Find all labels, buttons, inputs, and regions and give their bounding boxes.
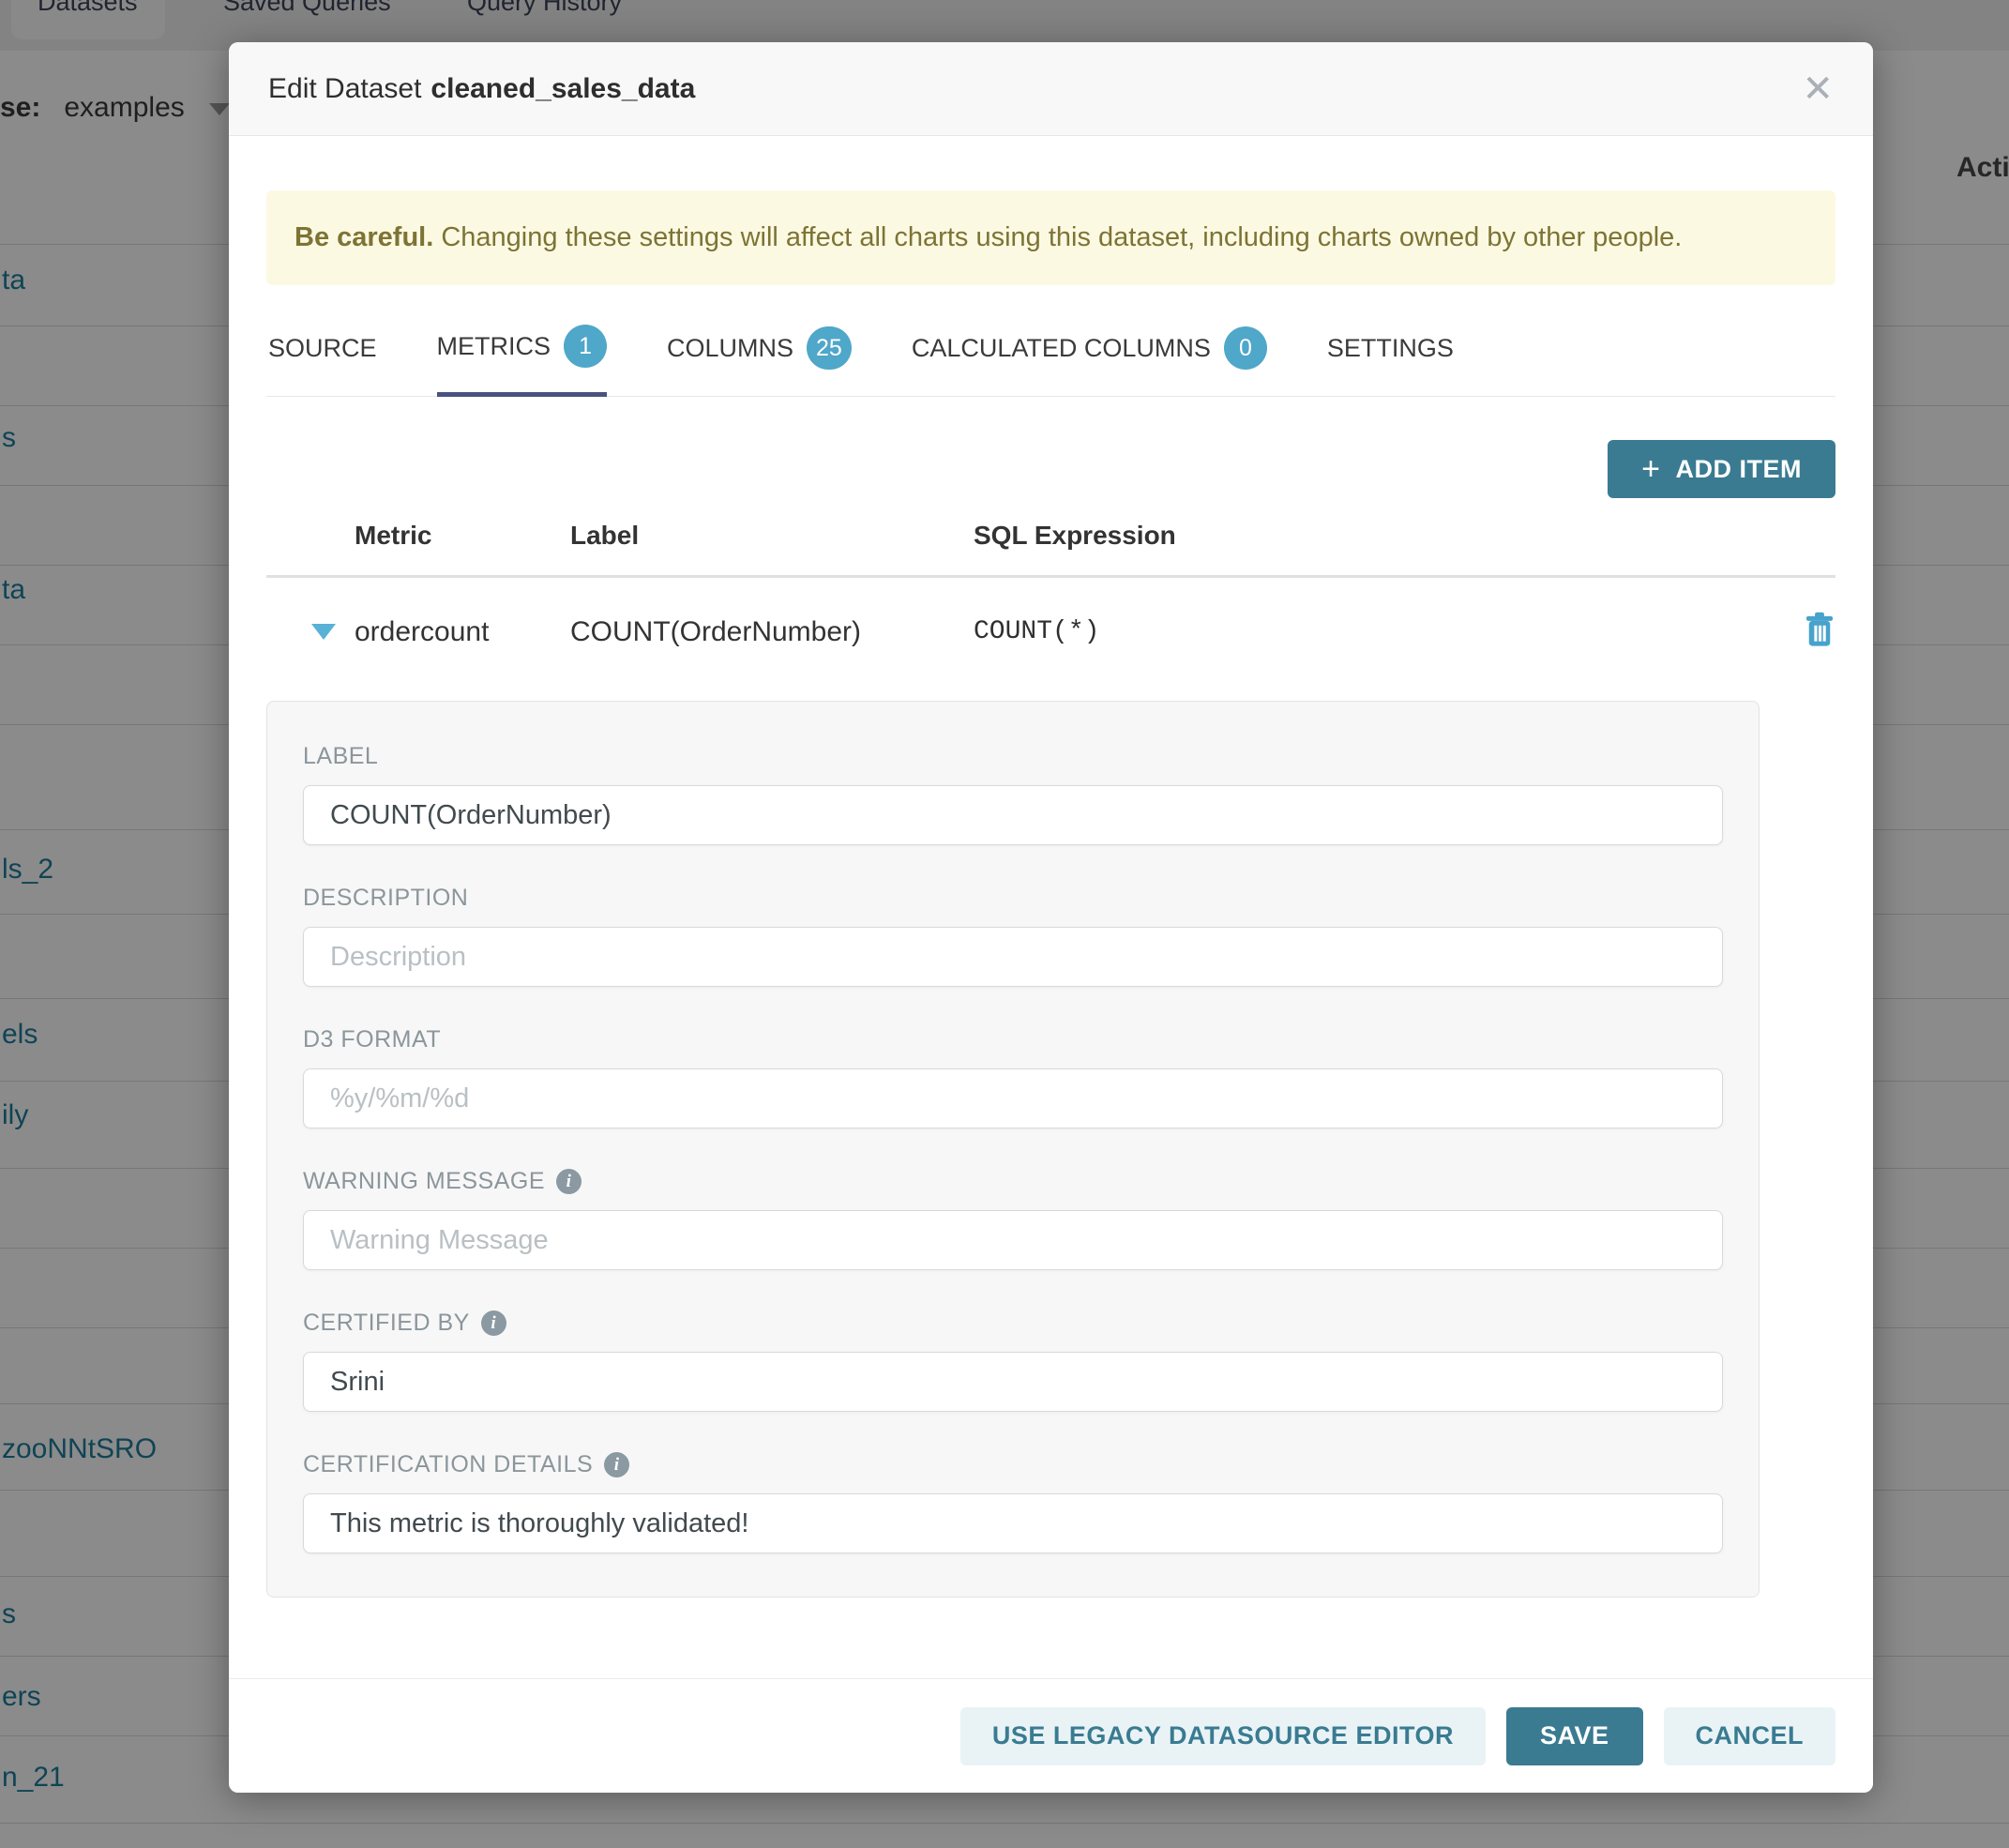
tab-settings-label: SETTINGS xyxy=(1327,334,1454,363)
modal-body: Be careful. Changing these settings will… xyxy=(229,136,1873,1598)
close-icon[interactable]: ✕ xyxy=(1802,70,1834,108)
tab-source[interactable]: SOURCE xyxy=(268,325,377,396)
field-certified-by: CERTIFIED BY i xyxy=(303,1310,1723,1412)
info-icon: i xyxy=(481,1310,506,1336)
save-button[interactable]: SAVE xyxy=(1506,1707,1643,1765)
field-certification-details: CERTIFICATION DETAILS i xyxy=(303,1451,1723,1553)
dataset-editor-tabs: SOURCE METRICS 1 COLUMNS 25 CALCULATED COL… xyxy=(266,325,1835,397)
tab-settings[interactable]: SETTINGS xyxy=(1327,325,1454,396)
warning-banner: Be careful. Changing these settings will… xyxy=(266,190,1835,285)
field-description: DESCRIPTION xyxy=(303,885,1723,987)
tab-calculated-columns-label: CALCULATED COLUMNS xyxy=(912,334,1211,363)
tab-metrics[interactable]: METRICS 1 xyxy=(437,325,608,397)
d3-format-input[interactable] xyxy=(303,1068,1723,1128)
collapse-caret-icon[interactable] xyxy=(311,624,336,640)
metric-sql-expression: COUNT(*) xyxy=(974,617,1770,646)
tab-columns[interactable]: COLUMNS 25 xyxy=(667,325,852,396)
tab-metrics-label: METRICS xyxy=(437,332,551,361)
dataset-name: cleaned_sales_data xyxy=(430,73,695,104)
edit-dataset-modal: Edit Dataset cleaned_sales_data ✕ Be care… xyxy=(229,42,1873,1793)
tab-columns-label: COLUMNS xyxy=(667,334,793,363)
field-label: LABEL xyxy=(303,743,1723,845)
trash-icon xyxy=(1804,612,1835,647)
warning-message-input[interactable] xyxy=(303,1210,1723,1270)
column-header-label: Label xyxy=(570,521,974,551)
metrics-toolbar: +ADD ITEM xyxy=(266,440,1835,498)
d3-format-field-title: D3 FORMAT xyxy=(303,1026,441,1053)
modal-header: Edit Dataset cleaned_sales_data ✕ xyxy=(229,42,1873,136)
warning-banner-text: Changing these settings will affect all … xyxy=(433,222,1682,252)
add-item-button[interactable]: +ADD ITEM xyxy=(1608,440,1835,498)
metric-label: COUNT(OrderNumber) xyxy=(570,616,974,648)
tab-source-label: SOURCE xyxy=(268,334,377,363)
column-header-sql-expression: SQL Expression xyxy=(974,521,1770,551)
certification-details-field-title: CERTIFICATION DETAILS xyxy=(303,1451,593,1478)
delete-metric-icon[interactable] xyxy=(1804,612,1835,652)
field-d3-format: D3 FORMAT xyxy=(303,1026,1723,1128)
tab-calculated-columns[interactable]: CALCULATED COLUMNS 0 xyxy=(912,325,1267,396)
metric-row: ordercount COUNT(OrderNumber) COUNT(*) xyxy=(266,578,1835,652)
certification-details-input[interactable] xyxy=(303,1493,1723,1553)
columns-count-badge: 25 xyxy=(807,326,852,370)
description-field-title: DESCRIPTION xyxy=(303,885,468,912)
certified-by-field-title: CERTIFIED BY xyxy=(303,1310,470,1337)
warning-banner-bold: Be careful. xyxy=(295,222,433,252)
field-warning-message: WARNING MESSAGE i xyxy=(303,1168,1723,1270)
label-field-title: LABEL xyxy=(303,743,378,770)
description-input[interactable] xyxy=(303,927,1723,987)
add-item-label: ADD ITEM xyxy=(1676,455,1803,484)
metric-name: ordercount xyxy=(355,616,570,648)
calculated-columns-count-badge: 0 xyxy=(1224,326,1267,370)
metrics-count-badge: 1 xyxy=(564,325,607,368)
cancel-button[interactable]: CANCEL xyxy=(1664,1707,1836,1765)
modal-title: Edit Dataset cleaned_sales_data xyxy=(268,73,695,105)
modal-title-prefix: Edit Dataset xyxy=(268,73,421,104)
label-input[interactable] xyxy=(303,785,1723,845)
column-header-metric: Metric xyxy=(355,521,570,551)
metric-edit-panel: LABEL DESCRIPTION D3 FORMAT WARNING MESS… xyxy=(266,701,1760,1598)
modal-footer: USE LEGACY DATASOURCE EDITOR SAVE CANCEL xyxy=(229,1678,1873,1793)
info-icon: i xyxy=(604,1452,629,1477)
warning-message-field-title: WARNING MESSAGE xyxy=(303,1168,545,1195)
use-legacy-datasource-editor-button[interactable]: USE LEGACY DATASOURCE EDITOR xyxy=(960,1707,1486,1765)
certified-by-input[interactable] xyxy=(303,1352,1723,1412)
info-icon: i xyxy=(556,1169,582,1194)
metrics-table-header: Metric Label SQL Expression xyxy=(266,521,1835,575)
